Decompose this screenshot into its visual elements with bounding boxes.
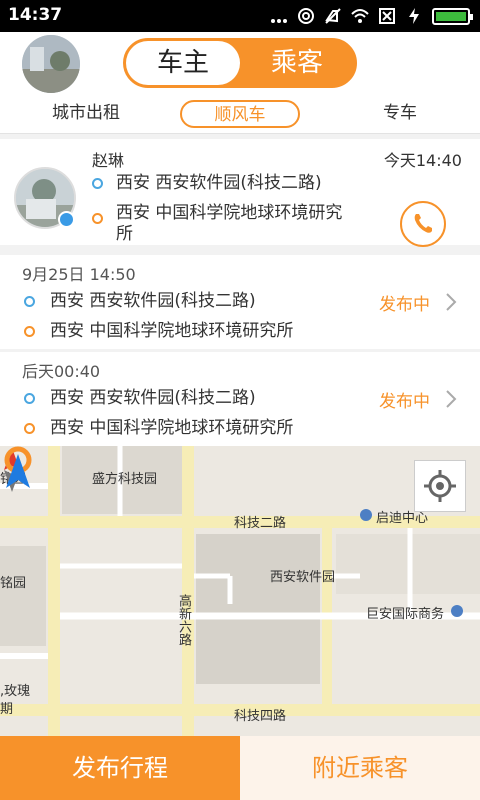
end-dot-icon <box>92 213 103 224</box>
trip-date: 9月25日 14:50 <box>22 265 136 284</box>
charging-icon <box>409 8 419 24</box>
service-tabs: 城市出租 顺风车 专车 <box>0 94 480 134</box>
role-owner-tab[interactable]: 车主 <box>126 41 240 85</box>
tab-premium-car[interactable]: 专车 <box>360 100 440 128</box>
order-from: 西安 西安软件园(科技二路) <box>116 173 322 193</box>
map-roads <box>0 446 480 736</box>
sim-off-icon <box>379 8 395 24</box>
publish-trip-button[interactable]: 发布行程 <box>0 736 240 800</box>
end-dot-icon <box>24 423 35 434</box>
mute-icon <box>325 8 341 24</box>
user-avatar-photo <box>22 35 80 93</box>
map-label-ju-an: 巨安国际商务 <box>366 607 445 622</box>
status-time: 14:37 <box>8 5 63 25</box>
start-dot-icon <box>92 178 103 189</box>
trip-status: 发布中 <box>379 392 430 412</box>
order-to-line1: 西安 中国科学院地球环境研究 <box>116 203 343 223</box>
header: 车主 乘客 <box>0 32 480 94</box>
trip-from: 西安 西安软件园(科技二路) <box>50 388 256 408</box>
status-bar: 14:37 <box>0 0 480 32</box>
trip-item[interactable]: 后天00:40 西安 西安软件园(科技二路) 西安 中国科学院地球环境研究所 发… <box>0 352 480 446</box>
map-label-sheng-fang: 盛方科技园 <box>92 472 158 487</box>
battery-icon <box>432 7 473 25</box>
bottom-bar: 发布行程 附近乘客 <box>0 736 480 800</box>
locate-button[interactable] <box>414 460 466 512</box>
trip-date: 后天00:40 <box>22 362 101 381</box>
map-label-xian-software-park: 西安软件园 <box>270 570 336 585</box>
wifi-icon <box>351 9 369 23</box>
map-label-rose: ,玫瑰 <box>0 684 31 699</box>
trip-item[interactable]: 9月25日 14:50 西安 西安软件园(科技二路) 西安 中国科学院地球环境研… <box>0 255 480 349</box>
map-label-keji-si-lu: 科技四路 <box>234 709 287 724</box>
map-label-gaoxin-liu-lu: 高新六路 <box>176 594 191 646</box>
map-view[interactable]: 铭园 盛方科技园 科技二路 启迪中心 铭园 西安软件园 高新六路 巨安国际商务 … <box>0 446 480 736</box>
tab-carpool[interactable]: 顺风车 <box>180 100 300 128</box>
role-passenger-tab[interactable]: 乘客 <box>240 41 354 85</box>
alarm-icon <box>298 8 314 24</box>
passenger-name: 赵琳 <box>92 151 125 170</box>
current-order-card[interactable]: 赵琳 今天14:40 西安 西安软件园(科技二路) 西安 中国科学院地球环境研究… <box>0 139 480 247</box>
map-label-rose-2: 期 <box>0 702 14 717</box>
start-dot-icon <box>24 393 35 404</box>
trip-status: 发布中 <box>379 295 430 315</box>
end-dot-icon <box>24 326 35 337</box>
phone-icon <box>414 214 432 233</box>
user-avatar[interactable] <box>22 35 80 93</box>
start-dot-icon <box>24 296 35 307</box>
verified-badge-icon <box>58 211 75 228</box>
role-toggle: 车主 乘客 <box>123 38 357 88</box>
call-button[interactable] <box>400 201 446 247</box>
order-to-line2: 所 <box>116 224 133 244</box>
locate-icon <box>424 470 456 502</box>
trip-from: 西安 西安软件园(科技二路) <box>50 291 256 311</box>
tab-city-taxi[interactable]: 城市出租 <box>36 100 136 128</box>
nearby-passengers-button[interactable]: 附近乘客 <box>240 736 480 800</box>
map-label-keji-er-lu: 科技二路 <box>234 516 287 531</box>
trip-to: 西安 中国科学院地球环境研究所 <box>50 321 294 341</box>
signal-dots-icon <box>271 19 287 23</box>
current-location-icon <box>4 446 32 488</box>
chevron-right-icon <box>446 293 457 311</box>
order-time: 今天14:40 <box>383 151 462 170</box>
trip-to: 西安 中国科学院地球环境研究所 <box>50 418 294 438</box>
map-label-ming-yuan: 铭园 <box>0 576 27 591</box>
status-icons <box>270 6 473 26</box>
chevron-right-icon <box>446 390 457 408</box>
